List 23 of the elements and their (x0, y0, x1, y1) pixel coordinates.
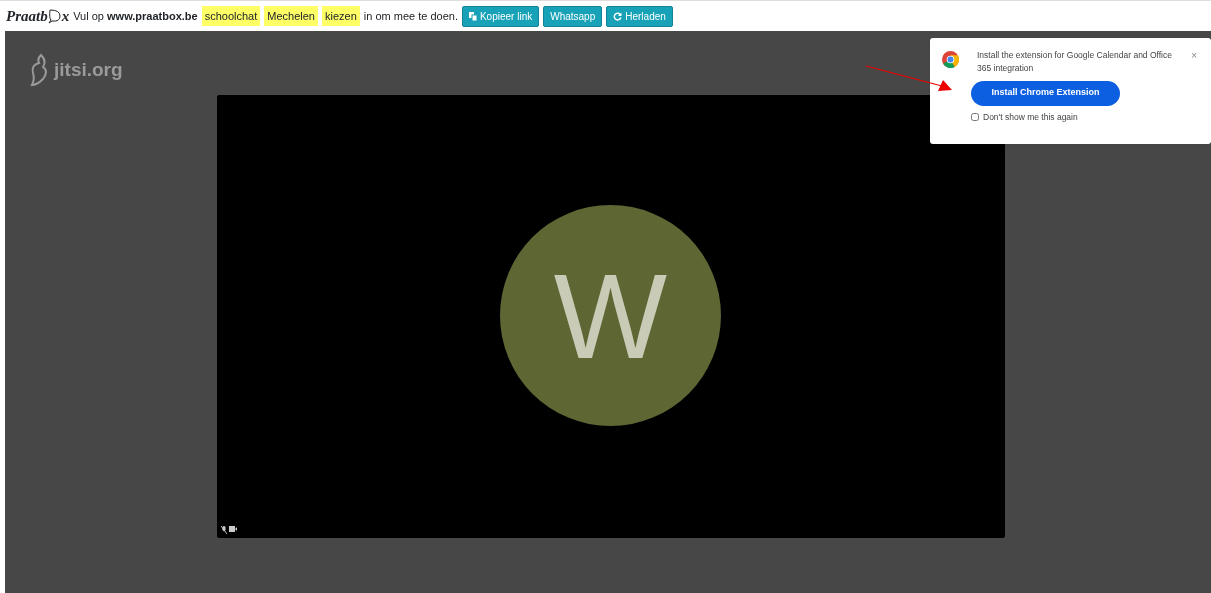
toolbar-button[interactable]: Whatsapp (543, 5, 603, 27)
reload-icon (613, 11, 623, 21)
instruction-text: Vul op www.praatbox.be (73, 8, 198, 24)
logo-text: Praatb (6, 6, 48, 26)
toolbar-button[interactable]: Herladen (606, 5, 673, 27)
speech-bubble-icon (47, 8, 62, 24)
keyword-tag: Mechelen (264, 5, 318, 27)
checkbox-label: Don't show me this again (983, 110, 1078, 124)
keyword-tag: schoolchat (201, 5, 261, 27)
copy-icon (468, 11, 477, 21)
keyword-tag: kiezen (322, 5, 360, 27)
camera-icon (229, 526, 237, 532)
close-button[interactable]: × (1191, 48, 1197, 63)
checkbox[interactable] (971, 112, 979, 121)
instruction-text: in om mee te doen. (363, 8, 458, 24)
brand-text: jitsi.org (54, 57, 123, 82)
install-extension-button[interactable]: Install Chrome Extension (971, 80, 1120, 106)
logo-text: x (61, 6, 70, 26)
toolbar-button[interactable]: Kopieer link (461, 5, 540, 27)
chrome-icon (942, 51, 959, 68)
notification-message: Install the extension for Google Calendar and Office 365 integration (977, 49, 1173, 75)
avatar-initial: W (553, 255, 668, 376)
mic-muted-icon (221, 526, 227, 534)
